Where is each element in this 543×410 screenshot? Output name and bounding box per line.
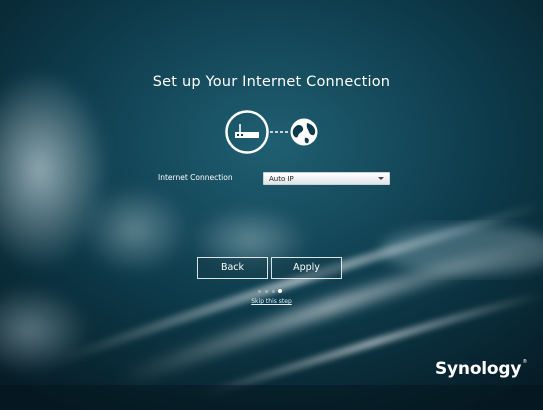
synology-logo: Synology® — [435, 359, 527, 379]
step-indicator — [258, 289, 286, 294]
brand-name: Synology — [435, 359, 522, 379]
back-button[interactable]: Back — [197, 257, 268, 279]
internet-connection-label: Internet Connection — [158, 173, 233, 182]
step-dot-3 — [272, 290, 275, 293]
step-dot-1 — [258, 290, 261, 293]
globe-icon — [290, 118, 318, 146]
router-icon — [225, 110, 269, 154]
skip-step-link[interactable]: Skip this step — [0, 298, 543, 305]
apply-button[interactable]: Apply — [271, 257, 342, 279]
step-dot-4 — [278, 289, 282, 293]
chevron-down-icon — [378, 177, 384, 180]
internet-connection-value: Auto IP — [269, 175, 294, 183]
internet-connection-select[interactable]: Auto IP — [263, 172, 390, 185]
page-title: Set up Your Internet Connection — [152, 74, 391, 90]
step-dot-2 — [265, 290, 268, 293]
connection-illustration — [224, 109, 320, 155]
background-wallpaper — [0, 0, 543, 410]
registered-mark: ® — [522, 359, 528, 365]
